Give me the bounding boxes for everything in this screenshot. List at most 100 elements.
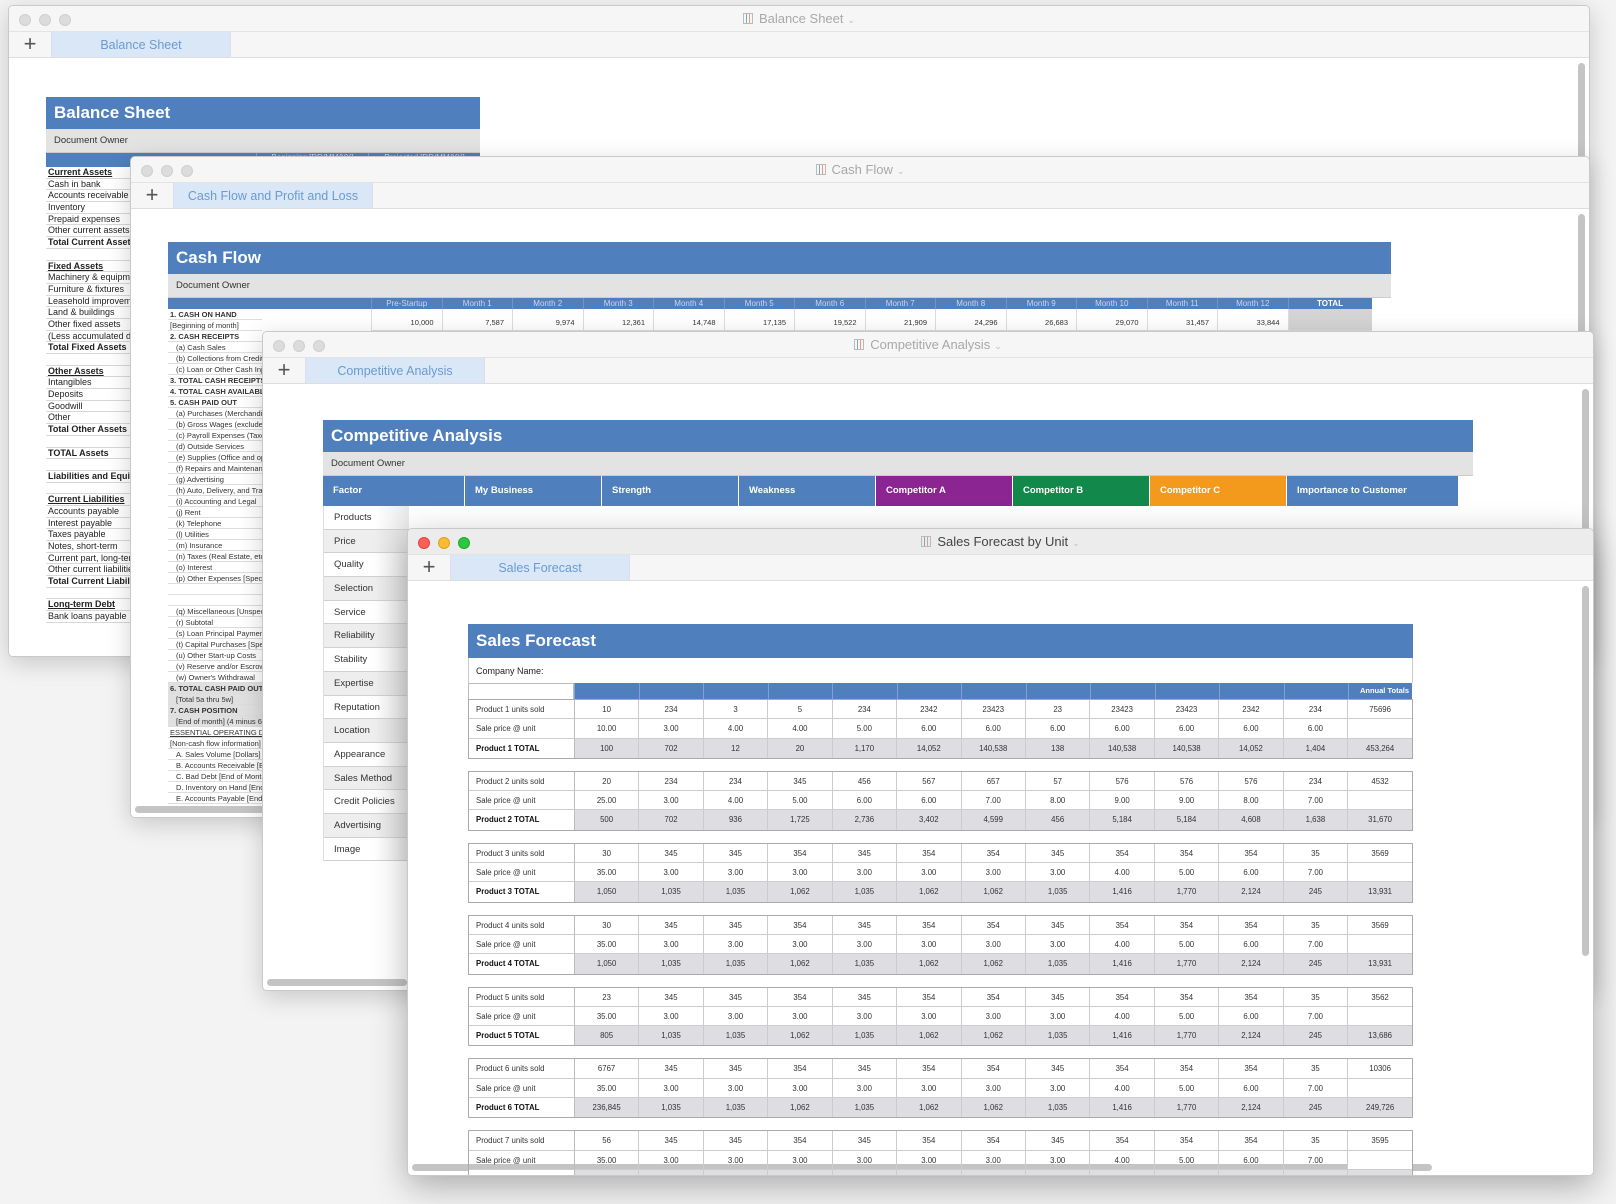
cell[interactable]: 1,725 xyxy=(768,810,833,830)
row-label[interactable]: Product 1 TOTAL xyxy=(469,738,575,758)
row-label[interactable]: (j) Rent xyxy=(168,507,262,518)
cell[interactable]: 1,035 xyxy=(704,1026,769,1046)
cell[interactable]: 7.00 xyxy=(1284,934,1349,954)
cell[interactable]: 576 xyxy=(1155,771,1220,791)
cell[interactable]: 23423 xyxy=(1090,700,1155,719)
cell[interactable]: 1,770 xyxy=(1155,1026,1220,1046)
cell[interactable]: 3.00 xyxy=(639,1078,704,1098)
row-label[interactable]: (g) Advertising xyxy=(168,474,262,485)
chevron-down-icon[interactable]: ⌄ xyxy=(848,15,856,25)
row-label[interactable]: 1. CASH ON HAND xyxy=(168,309,262,320)
row-label[interactable]: (i) Accounting and Legal xyxy=(168,496,262,507)
cell[interactable]: 14,052 xyxy=(897,738,962,758)
factor-cell[interactable]: Expertise xyxy=(323,671,409,696)
document-owner-row[interactable]: Document Owner xyxy=(168,274,1391,298)
row-label[interactable]: Product 5 TOTAL xyxy=(469,1026,575,1046)
cell[interactable]: 12 xyxy=(704,738,769,758)
cell[interactable]: 20 xyxy=(575,771,640,791)
cell[interactable]: 354 xyxy=(1090,915,1155,934)
column-header[interactable]: Weakness xyxy=(739,476,876,506)
column-header[interactable]: Competitor C xyxy=(1150,476,1287,506)
cell[interactable]: 1,770 xyxy=(1155,882,1220,902)
row-label[interactable]: B. Accounts Receivable [End of Month] xyxy=(168,760,262,771)
month-header[interactable] xyxy=(574,683,639,699)
row-label[interactable]: Interest payable xyxy=(46,518,132,530)
cell[interactable]: 702 xyxy=(639,738,704,758)
cell[interactable]: 7.00 xyxy=(962,791,1026,810)
row-label[interactable]: A. Sales Volume [Dollars] xyxy=(168,749,262,760)
cell[interactable]: 245 xyxy=(1284,1026,1349,1046)
row-label[interactable]: (a) Cash Sales xyxy=(168,342,262,353)
cell[interactable]: 456 xyxy=(833,771,898,791)
cell[interactable]: 234 xyxy=(639,700,704,719)
month-header[interactable] xyxy=(896,683,961,699)
cell[interactable]: 702 xyxy=(639,810,704,830)
row-label[interactable]: (d) Outside Services xyxy=(168,441,262,452)
row-label[interactable]: (l) Utilities xyxy=(168,529,262,540)
cell[interactable]: 3.00 xyxy=(833,863,898,882)
row-label[interactable]: Product 5 units sold xyxy=(469,987,575,1006)
row-label[interactable]: Notes, short-term xyxy=(46,541,132,553)
cell[interactable]: 6.00 xyxy=(1219,1150,1284,1169)
row-label[interactable]: 4. TOTAL CASH AVAILABLE xyxy=(168,386,262,397)
cell[interactable]: 345 xyxy=(833,843,898,863)
cell[interactable]: 354 xyxy=(1219,987,1284,1006)
cell[interactable]: 354 xyxy=(1155,843,1220,863)
cell[interactable]: 345 xyxy=(833,987,898,1006)
row-label[interactable] xyxy=(46,249,132,261)
row-label[interactable]: Prepaid expenses xyxy=(46,214,132,226)
row-label[interactable]: Sale price @ unit xyxy=(469,1006,575,1026)
row-label[interactable]: TOTAL Assets xyxy=(46,448,132,460)
cell[interactable]: 6.00 xyxy=(1219,1006,1284,1026)
title-bar[interactable]: Competitive Analysis ⌄ xyxy=(263,332,1593,358)
month-header[interactable] xyxy=(703,683,768,699)
cell[interactable]: 1,035 xyxy=(833,1026,898,1046)
cell[interactable]: 345 xyxy=(1026,1059,1091,1078)
cell[interactable]: 35.00 xyxy=(575,1006,640,1026)
cell[interactable]: 3.00 xyxy=(897,934,962,954)
cell[interactable] xyxy=(1348,791,1413,810)
cell[interactable]: 140,538 xyxy=(962,738,1026,758)
cell[interactable]: 7.00 xyxy=(1284,863,1349,882)
cell[interactable]: 20 xyxy=(768,738,833,758)
cell[interactable]: 1,062 xyxy=(962,1098,1026,1118)
cell[interactable]: 234 xyxy=(1284,700,1349,719)
month-header[interactable] xyxy=(767,683,832,699)
cell[interactable]: 3.00 xyxy=(897,1006,962,1026)
cell[interactable]: 6.00 xyxy=(833,791,898,810)
cell[interactable]: 7,587 xyxy=(441,309,512,331)
cell[interactable]: 3 xyxy=(704,700,769,719)
cell[interactable]: 1,416 xyxy=(1090,1098,1155,1118)
row-label[interactable]: (w) Owner's Withdrawal xyxy=(168,672,262,683)
cell[interactable]: 3.00 xyxy=(1026,1078,1091,1098)
cell[interactable]: 453,264 xyxy=(1348,739,1412,758)
cell[interactable]: 7.00 xyxy=(1284,1150,1349,1169)
cell[interactable]: 1,035 xyxy=(833,1169,898,1175)
column-header[interactable]: Competitor B xyxy=(1013,476,1150,506)
cell[interactable]: 17,135 xyxy=(723,309,794,331)
title-bar[interactable]: Cash Flow ⌄ xyxy=(131,157,1589,183)
cell[interactable]: 354 xyxy=(962,843,1026,863)
cell[interactable]: 354 xyxy=(962,1059,1026,1078)
cell[interactable]: 354 xyxy=(1219,843,1284,863)
cell[interactable]: 236,845 xyxy=(575,1098,640,1118)
cell[interactable]: 345 xyxy=(639,915,704,934)
cell[interactable]: 3.00 xyxy=(1026,1006,1091,1026)
factor-cell[interactable]: Sales Method xyxy=(323,766,409,791)
cell[interactable]: 1,050 xyxy=(575,954,640,974)
cell[interactable]: 57 xyxy=(1026,771,1091,791)
row-label[interactable]: Inventory xyxy=(46,202,132,214)
cell[interactable]: 35 xyxy=(1284,1059,1349,1078)
cell[interactable]: 23 xyxy=(575,987,640,1006)
window-title[interactable]: Competitive Analysis ⌄ xyxy=(263,337,1593,352)
cell[interactable]: 5.00 xyxy=(1155,1078,1220,1098)
row-label[interactable]: Goodwill xyxy=(46,401,132,413)
cell[interactable]: 345 xyxy=(639,1059,704,1078)
factor-cell[interactable]: Reliability xyxy=(323,624,409,649)
document-owner-row[interactable]: Document Owner xyxy=(323,452,1473,476)
cell[interactable]: 5.00 xyxy=(1155,863,1220,882)
cell[interactable]: 1,062 xyxy=(962,882,1026,902)
month-header[interactable] xyxy=(638,683,703,699)
cell[interactable]: 3.00 xyxy=(962,934,1026,954)
cell[interactable]: 31,457 xyxy=(1146,309,1217,331)
